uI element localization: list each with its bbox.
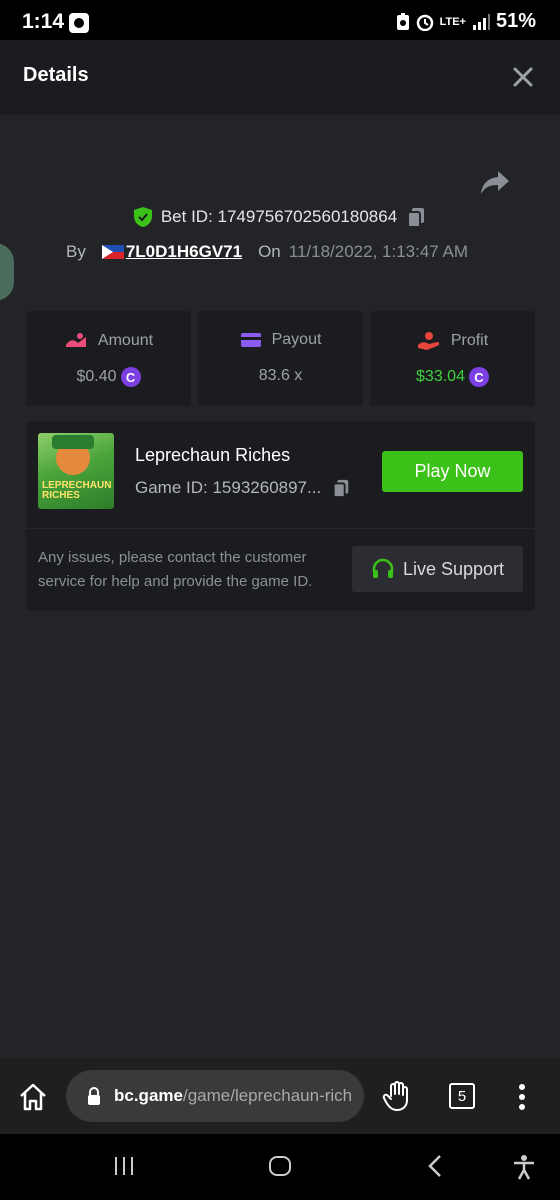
browser-toolbar: bc.game/game/leprechaun-rich 5 xyxy=(0,1058,560,1134)
game-card: LEPRECHAUN RICHES Leprechaun Riches Game… xyxy=(26,421,535,611)
tab-count-button[interactable]: 5 xyxy=(449,1083,475,1109)
game-id: Game ID: 1593260897... xyxy=(135,478,322,497)
amount-icon xyxy=(65,333,86,347)
url-path: /game/leprechaun-rich xyxy=(182,1086,353,1105)
share-icon[interactable] xyxy=(480,168,510,196)
status-bar: 1:14 LTE+ 51% xyxy=(0,0,560,40)
payout-label: Payout xyxy=(271,331,322,348)
username-link[interactable]: 7L0D1H6GV71 xyxy=(101,242,243,262)
network-type: LTE+ xyxy=(439,15,466,28)
back-icon[interactable] xyxy=(426,1154,446,1178)
payout-card-icon xyxy=(240,333,261,347)
url-host: bc.game xyxy=(114,1086,183,1105)
battery-percent: 51% xyxy=(495,10,536,32)
payout-card: Payout 83.6 x xyxy=(198,311,363,406)
home-icon[interactable] xyxy=(18,1083,48,1111)
game-thumbnail[interactable]: LEPRECHAUN RICHES xyxy=(38,433,114,509)
bet-datetime: 11/18/2022, 1:13:47 AM xyxy=(288,242,469,261)
bet-author-row: By 7L0D1H6GV71 On 11/18/2022, 1:13:47 AM xyxy=(66,242,468,262)
play-now-button[interactable]: Play Now xyxy=(382,451,523,492)
signal-icon xyxy=(472,13,490,30)
username: 7L0D1H6GV71 xyxy=(125,242,243,261)
page-title: Details xyxy=(23,64,89,86)
side-chat-bubble[interactable] xyxy=(0,243,14,301)
support-message: Any issues, please contact the customer … xyxy=(38,549,313,590)
payout-value: 83.6 x xyxy=(258,367,303,384)
coin-icon: C xyxy=(468,367,489,387)
recent-apps-icon[interactable] xyxy=(112,1154,136,1178)
more-menu-icon[interactable] xyxy=(516,1082,528,1112)
system-nav-bar xyxy=(0,1134,560,1200)
coin-icon: C xyxy=(120,367,141,387)
amount-card: Amount $0.40 C xyxy=(26,311,191,406)
profit-hand-icon xyxy=(417,332,440,350)
live-support-button[interactable]: Live Support xyxy=(352,546,523,592)
alarm-icon xyxy=(416,14,433,31)
verified-shield-icon xyxy=(133,207,152,227)
by-label: By xyxy=(66,242,86,261)
lock-icon xyxy=(88,1087,100,1105)
headset-icon xyxy=(372,558,394,578)
divider xyxy=(26,528,535,529)
bet-stats: Amount $0.40 C Payout 83.6 x Profit $33.… xyxy=(26,311,535,406)
details-header: Details xyxy=(0,40,560,115)
game-thumbnail-text: LEPRECHAUN RICHES xyxy=(42,480,112,501)
copy-icon[interactable] xyxy=(405,206,427,228)
amount-value: $0.40 xyxy=(76,368,117,385)
profit-label: Profit xyxy=(450,332,489,349)
notification-app-icon xyxy=(69,13,89,33)
live-support-label: Live Support xyxy=(402,558,505,579)
status-time: 1:14 xyxy=(22,10,65,33)
profit-card: Profit $33.04 C xyxy=(370,311,535,406)
amount-label: Amount xyxy=(97,332,154,349)
bet-details-page: Details Bet ID: 1749756702560180864 By 7… xyxy=(0,40,560,1058)
home-button-icon[interactable] xyxy=(268,1154,292,1178)
status-indicators: LTE+ 51% xyxy=(396,10,536,33)
bet-id: Bet ID: 1749756702560180864 xyxy=(160,207,398,226)
battery-saver-icon xyxy=(396,12,409,30)
bet-id-row: Bet ID: 1749756702560180864 xyxy=(0,206,560,228)
philippines-flag-icon xyxy=(101,245,124,259)
copy-icon[interactable] xyxy=(331,477,351,499)
close-icon[interactable] xyxy=(510,64,536,90)
game-id-row: Game ID: 1593260897... xyxy=(135,477,351,499)
profit-value: $33.04 xyxy=(416,368,465,385)
game-name[interactable]: Leprechaun Riches xyxy=(135,445,290,466)
address-bar[interactable]: bc.game/game/leprechaun-rich xyxy=(66,1070,364,1122)
on-label: On xyxy=(258,242,281,261)
hand-icon[interactable] xyxy=(382,1080,412,1112)
accessibility-icon[interactable] xyxy=(511,1154,537,1180)
